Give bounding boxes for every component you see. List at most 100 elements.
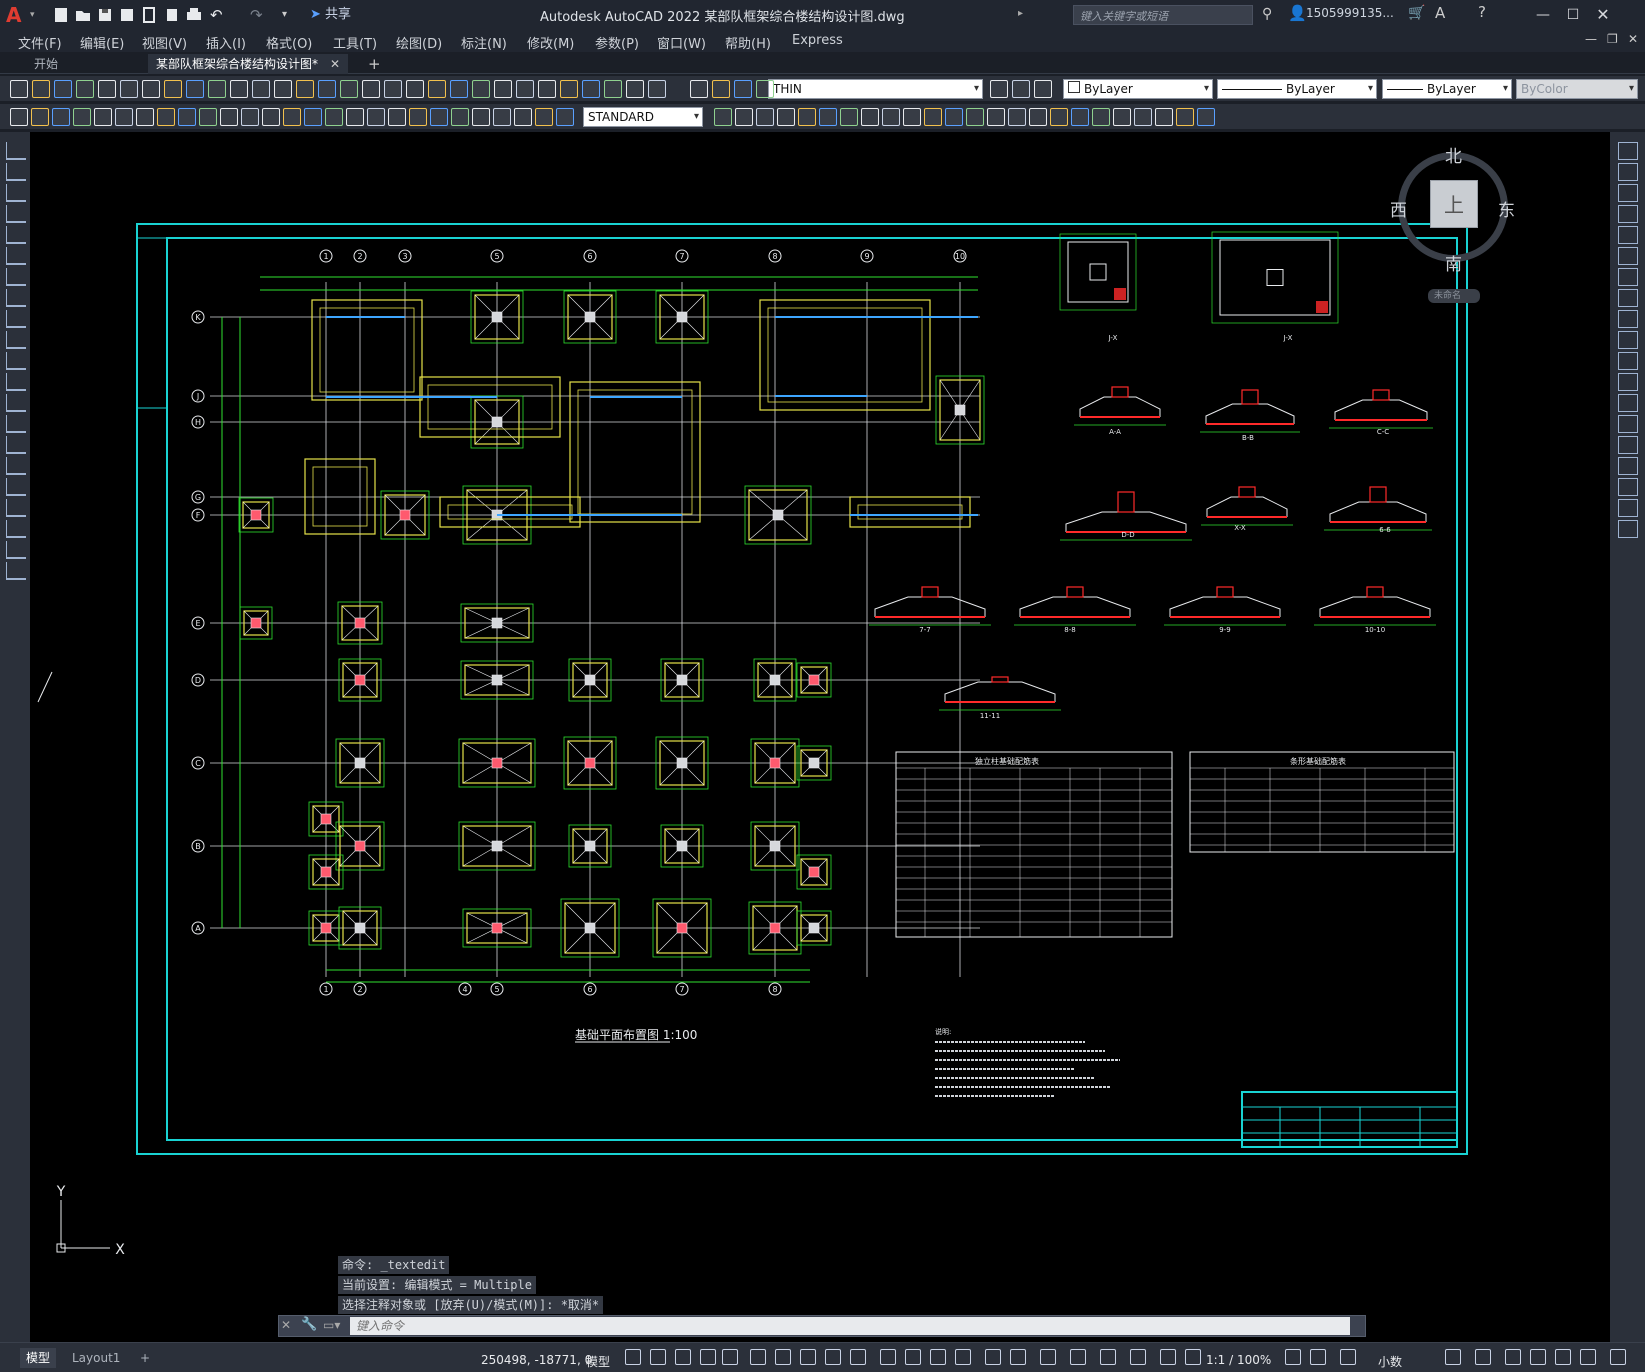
standard-tool-icon[interactable]	[582, 80, 600, 98]
draw-modify-tool-icon[interactable]	[987, 108, 1005, 126]
tab-layout1[interactable]: Layout1	[66, 1348, 126, 1368]
status-toggle-icon[interactable]	[905, 1349, 921, 1365]
draw-modify-tool-icon[interactable]	[1008, 108, 1026, 126]
standard-tool-icon[interactable]	[164, 80, 182, 98]
status-toggle-icon[interactable]	[930, 1349, 946, 1365]
draw-tool-icon[interactable]	[6, 163, 26, 181]
tab-model[interactable]: 模型	[20, 1348, 57, 1368]
user-icon[interactable]: 👤	[1288, 4, 1307, 22]
draw-tool-icon[interactable]	[6, 394, 26, 412]
drawing-canvas[interactable]: 1 2 3 5 6 7 8 9 10 1 2 4 5 6 7 8 K J H G F E D C B A J-X J-X A-A B-B…	[30, 132, 1610, 1342]
save-as-icon[interactable]	[118, 6, 136, 24]
standard-tool-icon[interactable]	[560, 80, 578, 98]
status-toggle-icon[interactable]	[1475, 1349, 1491, 1365]
standard-tool-icon[interactable]	[756, 80, 774, 98]
share-button[interactable]: ➤ 共享	[310, 5, 351, 25]
draw-modify-tool-icon[interactable]	[714, 108, 732, 126]
viewcube-south[interactable]: 南	[1445, 250, 1462, 275]
draw-tool-icon[interactable]	[6, 436, 26, 454]
status-toggle-icon[interactable]	[775, 1349, 791, 1365]
status-toggle-icon[interactable]	[722, 1349, 738, 1365]
standard-tool-icon[interactable]	[734, 80, 752, 98]
modify-tool-icon[interactable]	[1618, 184, 1638, 202]
app-menu-arrow-icon[interactable]: ▾	[30, 10, 35, 20]
draw-modify-tool-icon[interactable]	[966, 108, 984, 126]
standard-tool-icon[interactable]	[406, 80, 424, 98]
modify-tool-icon[interactable]	[1618, 142, 1638, 160]
menu-express[interactable]: Express	[792, 33, 843, 48]
command-prompt-icon[interactable]: ▭▾	[323, 1318, 340, 1332]
draw-modify-tool-icon[interactable]	[924, 108, 942, 126]
status-toggle-icon[interactable]	[1285, 1349, 1301, 1365]
draw-modify-tool-icon[interactable]	[1029, 108, 1047, 126]
draw-modify-tool-icon[interactable]	[451, 108, 469, 126]
menu-window[interactable]: 窗口(W)	[657, 33, 706, 52]
modify-tool-icon[interactable]	[1618, 478, 1638, 496]
draw-modify-tool-icon[interactable]	[903, 108, 921, 126]
draw-modify-tool-icon[interactable]	[861, 108, 879, 126]
draw-modify-tool-icon[interactable]	[220, 108, 238, 126]
draw-modify-tool-icon[interactable]	[535, 108, 553, 126]
menu-parametric[interactable]: 参数(P)	[595, 33, 639, 52]
modify-tool-icon[interactable]	[1618, 415, 1638, 433]
status-toggle-icon[interactable]	[1310, 1349, 1326, 1365]
standard-tool-icon[interactable]	[340, 80, 358, 98]
draw-tool-icon[interactable]	[6, 310, 26, 328]
menu-format[interactable]: 格式(O)	[266, 33, 312, 52]
status-toggle-icon[interactable]	[700, 1349, 716, 1365]
customize-arrow-icon[interactable]: ▾	[282, 6, 300, 24]
draw-tool-icon[interactable]	[6, 142, 26, 160]
standard-tool-icon[interactable]	[120, 80, 138, 98]
doc-close-button[interactable]: ✕	[1628, 32, 1638, 46]
status-toggle-icon[interactable]	[1100, 1349, 1116, 1365]
standard-tool-icon[interactable]	[252, 80, 270, 98]
modify-tool-icon[interactable]	[1618, 163, 1638, 181]
modify-tool-icon[interactable]	[1618, 394, 1638, 412]
plot-icon[interactable]	[185, 6, 203, 24]
draw-modify-tool-icon[interactable]	[1050, 108, 1068, 126]
standard-tool-icon[interactable]	[230, 80, 248, 98]
status-toggle-icon[interactable]	[1130, 1349, 1146, 1365]
viewcube-west[interactable]: 西	[1390, 196, 1407, 221]
draw-modify-tool-icon[interactable]	[493, 108, 511, 126]
status-toggle-icon[interactable]	[750, 1349, 766, 1365]
standard-tool-icon[interactable]	[712, 80, 730, 98]
status-toggle-icon[interactable]	[625, 1349, 641, 1365]
ucs-menu[interactable]: 未命名	[1428, 289, 1480, 303]
standard-tool-icon[interactable]	[1012, 80, 1030, 98]
status-toggle-icon[interactable]	[650, 1349, 666, 1365]
save-icon[interactable]	[96, 6, 114, 24]
standard-tool-icon[interactable]	[318, 80, 336, 98]
viewcube-top-face[interactable]: 上	[1430, 180, 1478, 228]
web-mobile-icon[interactable]	[140, 6, 158, 24]
status-toggle-icon[interactable]	[985, 1349, 1001, 1365]
draw-modify-tool-icon[interactable]	[735, 108, 753, 126]
user-name[interactable]: 1505999135...	[1306, 6, 1394, 20]
add-layout-button[interactable]: +	[134, 1348, 156, 1368]
standard-tool-icon[interactable]	[990, 80, 1008, 98]
modify-tool-icon[interactable]	[1618, 226, 1638, 244]
standard-tool-icon[interactable]	[516, 80, 534, 98]
standard-tool-icon[interactable]	[648, 80, 666, 98]
draw-tool-icon[interactable]	[6, 373, 26, 391]
standard-tool-icon[interactable]	[10, 80, 28, 98]
status-toggle-icon[interactable]	[1070, 1349, 1086, 1365]
status-toggle-icon[interactable]	[1445, 1349, 1461, 1365]
new-tab-button[interactable]: +	[360, 54, 389, 74]
tab-close-icon[interactable]: ✕	[330, 54, 340, 74]
standard-tool-icon[interactable]	[186, 80, 204, 98]
command-input[interactable]	[350, 1317, 1350, 1335]
menu-help[interactable]: 帮助(H)	[725, 33, 771, 52]
minimize-button[interactable]: —	[1530, 4, 1556, 26]
draw-tool-icon[interactable]	[6, 205, 26, 223]
publish-icon[interactable]	[163, 6, 181, 24]
close-button[interactable]: ✕	[1590, 4, 1616, 26]
status-toggle-icon[interactable]	[1580, 1349, 1596, 1365]
draw-tool-icon[interactable]	[6, 499, 26, 517]
draw-tool-icon[interactable]	[6, 247, 26, 265]
menu-insert[interactable]: 插入(I)	[206, 33, 246, 52]
draw-modify-tool-icon[interactable]	[1176, 108, 1194, 126]
modify-tool-icon[interactable]	[1618, 352, 1638, 370]
draw-tool-icon[interactable]	[6, 331, 26, 349]
standard-tool-icon[interactable]	[76, 80, 94, 98]
